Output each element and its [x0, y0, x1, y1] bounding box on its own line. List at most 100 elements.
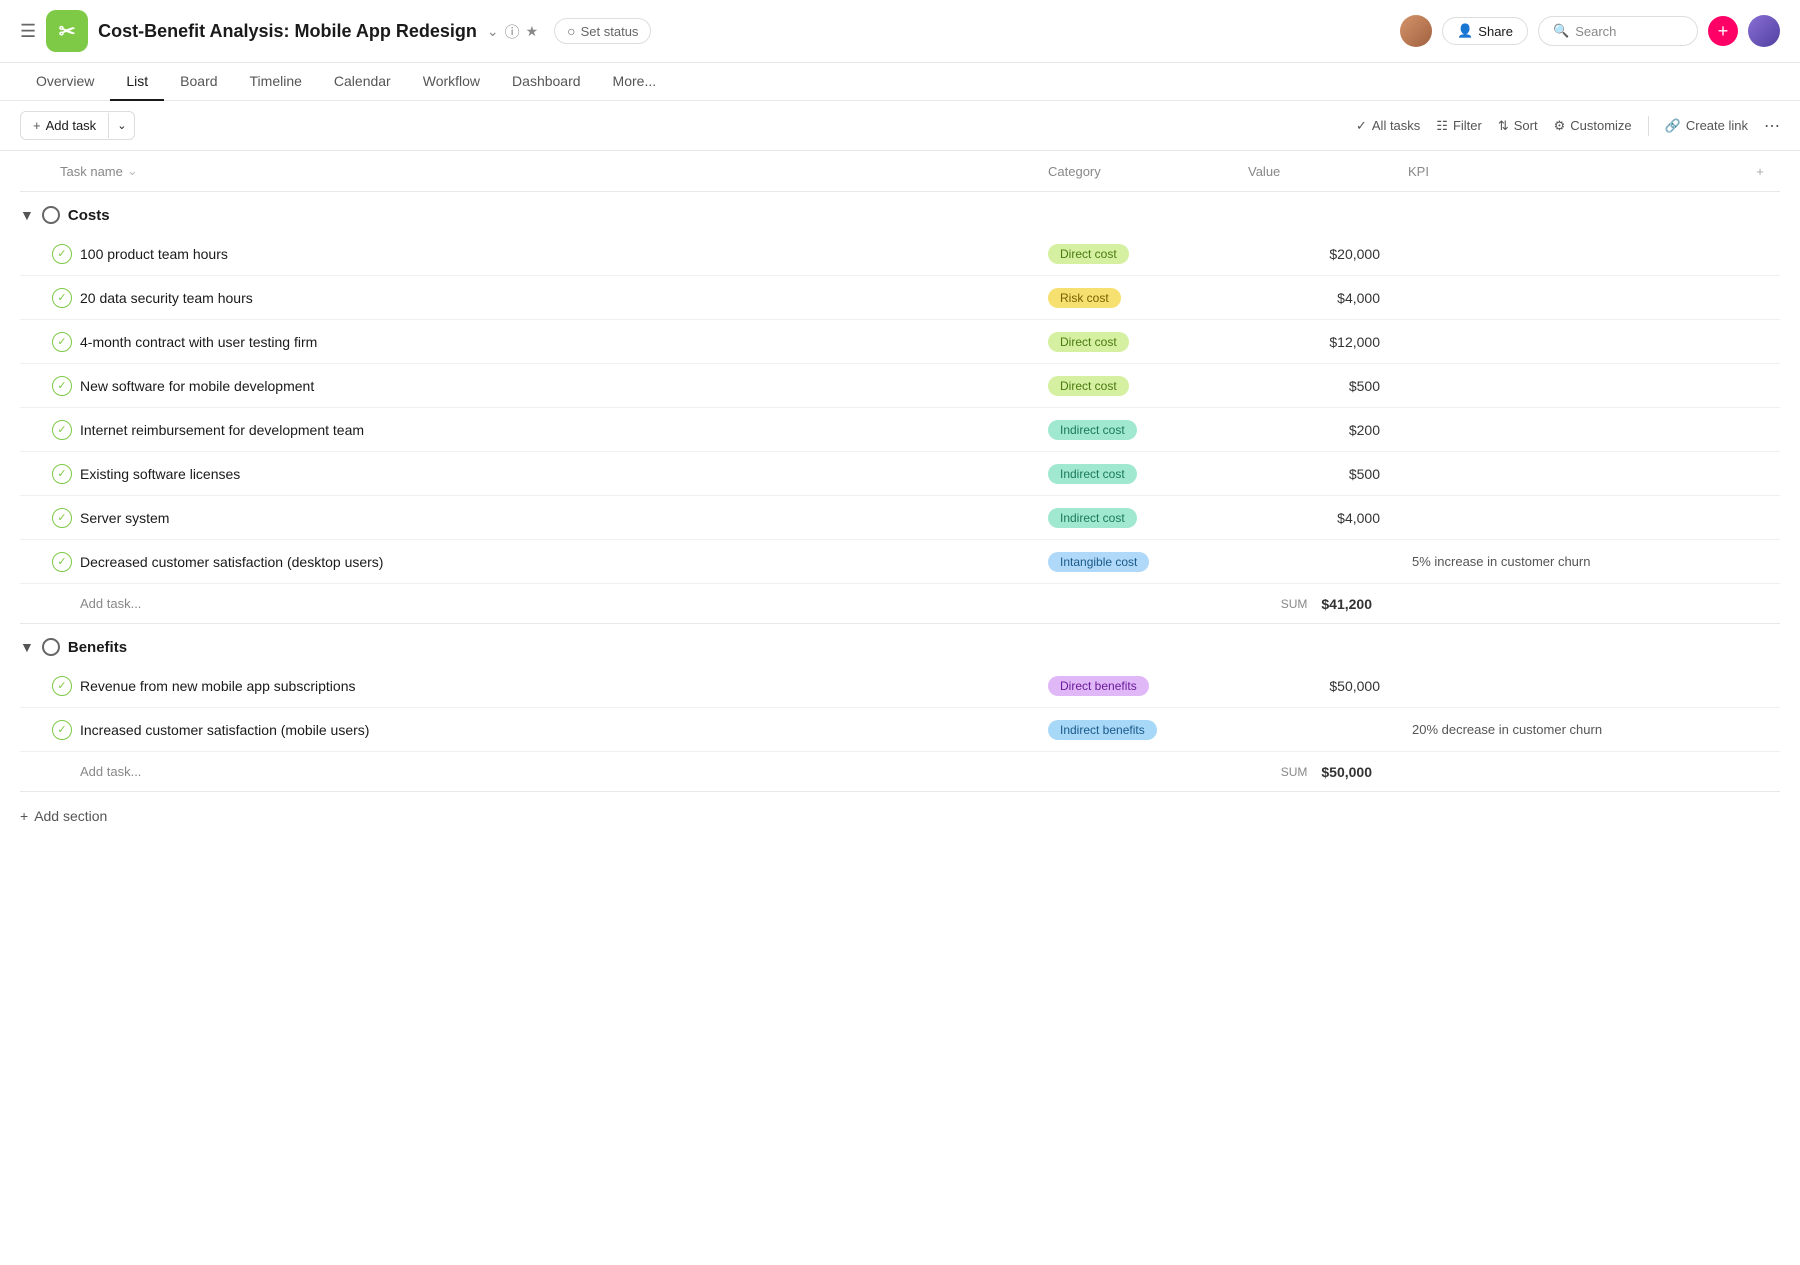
kpi-cell [1400, 422, 1740, 438]
col-value: Value [1240, 159, 1400, 183]
task-check[interactable]: ✓ [52, 244, 72, 264]
category-badge[interactable]: Direct benefits [1048, 676, 1149, 696]
share-icon: 👤 [1457, 23, 1473, 39]
category-badge[interactable]: Risk cost [1048, 288, 1121, 308]
task-name-cell: ✓ 100 product team hours [20, 236, 1040, 272]
value-cell: $500 [1240, 370, 1400, 402]
kpi-cell: 20% decrease in customer churn [1400, 714, 1740, 745]
task-check[interactable]: ✓ [52, 720, 72, 740]
hamburger-menu[interactable]: ☰ [20, 21, 36, 42]
costs-section-title: Costs [68, 207, 110, 224]
task-check[interactable]: ✓ [52, 676, 72, 696]
task-label: Decreased customer satisfaction (desktop… [80, 554, 383, 570]
add-task-dropdown[interactable]: ⌄ [108, 113, 134, 138]
create-link-button[interactable]: 🔗 Create link [1665, 118, 1748, 134]
col-category: Category [1040, 159, 1240, 183]
table-header: Task name ⌄ Category Value KPI + [20, 151, 1780, 192]
circle-icon: ○ [567, 23, 575, 39]
avatar-secondary[interactable] [1748, 15, 1780, 47]
value-cell: $500 [1240, 458, 1400, 490]
table-row: ✓ New software for mobile development Di… [20, 364, 1780, 408]
tab-calendar[interactable]: Calendar [318, 63, 407, 101]
category-cell: Risk cost [1040, 280, 1240, 316]
benefits-sum-value: $50,000 [1321, 764, 1392, 780]
task-check[interactable]: ✓ [52, 508, 72, 528]
task-check[interactable]: ✓ [52, 332, 72, 352]
benefits-add-task[interactable]: Add task... [20, 758, 1040, 785]
category-badge[interactable]: Indirect benefits [1048, 720, 1157, 740]
kpi-cell: 5% increase in customer churn [1400, 546, 1740, 577]
customize-button[interactable]: ⚙ Customize [1554, 118, 1632, 134]
category-badge[interactable]: Indirect cost [1048, 508, 1137, 528]
task-label: Existing software licenses [80, 466, 240, 482]
info-icon[interactable]: ⓘ [505, 21, 520, 42]
star-icon[interactable]: ★ [526, 23, 539, 40]
avatar-primary[interactable] [1400, 15, 1432, 47]
new-task-button[interactable]: + [1708, 16, 1738, 46]
benefits-section-header: ▼ Benefits [20, 624, 1780, 664]
all-tasks-button[interactable]: ✓ All tasks [1356, 118, 1420, 134]
category-badge[interactable]: Indirect cost [1048, 420, 1137, 440]
category-badge[interactable]: Indirect cost [1048, 464, 1137, 484]
category-badge[interactable]: Direct cost [1048, 332, 1129, 352]
tab-dashboard[interactable]: Dashboard [496, 63, 597, 101]
sort-button[interactable]: ⇅ Sort [1498, 118, 1538, 134]
value-cell [1240, 554, 1400, 570]
add-section-button[interactable]: + Add section [0, 792, 1800, 840]
kpi-cell [1400, 334, 1740, 350]
task-check[interactable]: ✓ [52, 376, 72, 396]
filter-button[interactable]: ☷ Filter [1436, 118, 1482, 134]
tab-timeline[interactable]: Timeline [234, 63, 318, 101]
category-cell: Indirect cost [1040, 412, 1240, 448]
benefits-collapse-button[interactable]: ▼ [20, 639, 34, 655]
task-check[interactable]: ✓ [52, 464, 72, 484]
kpi-cell [1400, 510, 1740, 526]
search-icon: 🔍 [1553, 23, 1569, 39]
costs-collapse-button[interactable]: ▼ [20, 207, 34, 223]
tab-list[interactable]: List [110, 63, 164, 101]
category-cell: Indirect cost [1040, 500, 1240, 536]
top-bar-right: 👤 Share 🔍 Search + [1400, 15, 1780, 47]
task-label: Increased customer satisfaction (mobile … [80, 722, 369, 738]
value-cell [1240, 722, 1400, 738]
benefits-sum-row: Add task... SUM $50,000 [20, 752, 1780, 792]
sort-icon-task[interactable]: ⌄ [127, 163, 138, 179]
costs-section-icon [42, 206, 60, 224]
category-cell: Intangible cost [1040, 544, 1240, 580]
category-badge[interactable]: Direct cost [1048, 376, 1129, 396]
tab-more[interactable]: More... [597, 63, 673, 101]
kpi-cell [1400, 678, 1740, 694]
share-button[interactable]: 👤 Share [1442, 17, 1528, 45]
category-badge[interactable]: Intangible cost [1048, 552, 1149, 572]
category-badge[interactable]: Direct cost [1048, 244, 1129, 264]
nav-tabs: Overview List Board Timeline Calendar Wo… [0, 63, 1800, 101]
kpi-cell [1400, 290, 1740, 306]
search-box[interactable]: 🔍 Search [1538, 16, 1698, 46]
task-label: Internet reimbursement for development t… [80, 422, 364, 438]
tab-overview[interactable]: Overview [20, 63, 110, 101]
task-name-cell: ✓ New software for mobile development [20, 368, 1040, 404]
costs-section-header: ▼ Costs [20, 192, 1780, 232]
chevron-down-icon[interactable]: ⌄ [487, 23, 499, 40]
more-button[interactable]: ⋯ [1764, 116, 1780, 136]
add-column-button[interactable]: + [1740, 159, 1780, 183]
toolbar-right: ✓ All tasks ☷ Filter ⇅ Sort ⚙ Customize … [1356, 116, 1780, 136]
benefits-section-icon [42, 638, 60, 656]
category-cell: Indirect benefits [1040, 712, 1240, 748]
tab-workflow[interactable]: Workflow [407, 63, 496, 101]
add-task-button[interactable]: + Add task [21, 112, 108, 139]
set-status-button[interactable]: ○ Set status [554, 18, 651, 44]
costs-add-task[interactable]: Add task... [20, 590, 1040, 617]
task-label: Server system [80, 510, 169, 526]
task-check[interactable]: ✓ [52, 552, 72, 572]
task-name-cell: ✓ Decreased customer satisfaction (deskt… [20, 544, 1040, 580]
task-name-cell: ✓ Existing software licenses [20, 456, 1040, 492]
tab-board[interactable]: Board [164, 63, 233, 101]
col-task-name: Task name ⌄ [20, 159, 1040, 183]
task-check[interactable]: ✓ [52, 288, 72, 308]
task-check[interactable]: ✓ [52, 420, 72, 440]
project-title: Cost-Benefit Analysis: Mobile App Redesi… [98, 21, 477, 42]
filter-icon: ☷ [1436, 118, 1448, 134]
task-name-cell: ✓ Revenue from new mobile app subscripti… [20, 668, 1040, 704]
value-cell: $200 [1240, 414, 1400, 446]
